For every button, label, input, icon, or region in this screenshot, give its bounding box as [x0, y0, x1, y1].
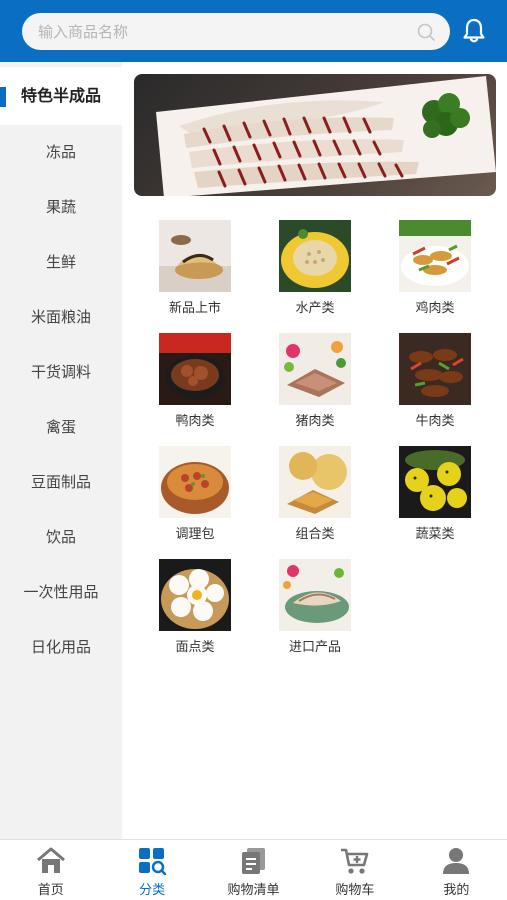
tab-label: 购物车: [335, 883, 375, 898]
search-icon[interactable]: [416, 22, 436, 42]
beef-thumb: [399, 333, 471, 405]
tab-cart[interactable]: 购物车: [304, 840, 405, 900]
tab-label: 分类: [139, 883, 166, 898]
imported-thumb: [279, 559, 351, 631]
category-combos[interactable]: 组合类: [265, 446, 365, 556]
sidebar-item-label: 冻品: [45, 143, 76, 161]
category-new-arrivals[interactable]: 新品上市: [145, 220, 245, 330]
sidebar-item-fruit-veg[interactable]: 果蔬: [0, 180, 122, 235]
search-box[interactable]: [22, 13, 450, 50]
tab-profile[interactable]: 我的: [406, 840, 507, 900]
sidebar-item-frozen[interactable]: 冻品: [0, 125, 122, 180]
tab-category[interactable]: 分类: [101, 840, 202, 900]
tab-label: 我的: [443, 883, 470, 898]
sidebar-item-label: 豆面制品: [30, 473, 91, 491]
category-sidebar: 特色半成品 冻品 果蔬 生鲜 米面粮油 干货调料 禽蛋 豆面制品 饮品 一次性用…: [0, 62, 122, 839]
sidebar-item-label: 饮品: [45, 528, 76, 546]
category-label: 面点类: [175, 640, 215, 655]
pork-thumb: [279, 333, 351, 405]
sidebar-item-grain-oil[interactable]: 米面粮油: [0, 290, 122, 345]
sidebar-item-label: 禽蛋: [45, 418, 76, 436]
sidebar-item-label: 特色半成品: [20, 86, 101, 105]
tab-label: 购物清单: [227, 883, 280, 898]
bottom-tab-bar: 首页 分类 购物清单 购物车 我的: [0, 839, 507, 900]
category-beef[interactable]: 牛肉类: [385, 333, 485, 443]
category-label: 新品上市: [168, 301, 221, 316]
sidebar-item-disposables[interactable]: 一次性用品: [0, 565, 122, 620]
sidebar-item-label: 日化用品: [30, 638, 91, 656]
sidebar-item-label: 生鲜: [45, 253, 76, 271]
sidebar-item-poultry-eggs[interactable]: 禽蛋: [0, 400, 122, 455]
category-label: 组合类: [295, 527, 335, 542]
sidebar-item-label: 一次性用品: [23, 583, 99, 601]
category-chicken[interactable]: 鸡肉类: [385, 220, 485, 330]
shopping-list-icon: [241, 848, 265, 874]
sidebar-item-bean-noodle[interactable]: 豆面制品: [0, 455, 122, 510]
cart-icon: [340, 848, 369, 874]
home-icon: [36, 847, 65, 873]
category-label: 蔬菜类: [415, 527, 455, 542]
new-arrivals-thumb: [159, 220, 231, 292]
bell-icon[interactable]: [462, 18, 486, 44]
category-label: 水产类: [295, 301, 335, 316]
search-input[interactable]: [38, 13, 418, 50]
tab-label: 首页: [37, 883, 64, 898]
sidebar-item-fresh[interactable]: 生鲜: [0, 235, 122, 290]
sidebar-item-label: 干货调料: [30, 363, 91, 381]
banner-food-image: [156, 76, 496, 196]
category-content: 新品上市 水产类 鸡肉类 鸭肉类 猪肉类 牛肉类 调理包 组合类 蔬菜类 面点类…: [122, 62, 507, 839]
dim-sum-thumb: [159, 559, 231, 631]
promo-banner[interactable]: [134, 74, 496, 196]
category-seafood[interactable]: 水产类: [265, 220, 365, 330]
category-imported[interactable]: 进口产品: [265, 559, 365, 669]
vegetables-thumb: [399, 446, 471, 518]
category-label: 猪肉类: [295, 414, 335, 429]
category-vegetables[interactable]: 蔬菜类: [385, 446, 485, 556]
chicken-thumb: [399, 220, 471, 292]
sidebar-item-daily-chemicals[interactable]: 日化用品: [0, 620, 122, 675]
tab-home[interactable]: 首页: [0, 840, 101, 900]
sidebar-item-label: 果蔬: [45, 198, 76, 216]
sidebar-item-special-semi-finished[interactable]: 特色半成品: [0, 67, 122, 125]
category-label: 鸭肉类: [175, 414, 215, 429]
sidebar-item-dry-seasoning[interactable]: 干货调料: [0, 345, 122, 400]
duck-thumb: [159, 333, 231, 405]
category-label: 调理包: [175, 527, 215, 542]
category-pork[interactable]: 猪肉类: [265, 333, 365, 443]
category-icon: [139, 848, 167, 875]
sidebar-item-drinks[interactable]: 饮品: [0, 510, 122, 565]
category-label: 牛肉类: [415, 414, 455, 429]
category-label: 鸡肉类: [415, 301, 455, 316]
meal-kits-thumb: [159, 446, 231, 518]
category-meal-kits[interactable]: 调理包: [145, 446, 245, 556]
user-icon: [443, 848, 470, 874]
combos-thumb: [279, 446, 351, 518]
category-label: 进口产品: [288, 640, 341, 655]
seafood-thumb: [279, 220, 351, 292]
header-bar: [0, 0, 507, 62]
category-duck[interactable]: 鸭肉类: [145, 333, 245, 443]
tab-shopping-list[interactable]: 购物清单: [203, 840, 304, 900]
category-dim-sum[interactable]: 面点类: [145, 559, 245, 669]
sidebar-item-label: 米面粮油: [30, 308, 91, 326]
